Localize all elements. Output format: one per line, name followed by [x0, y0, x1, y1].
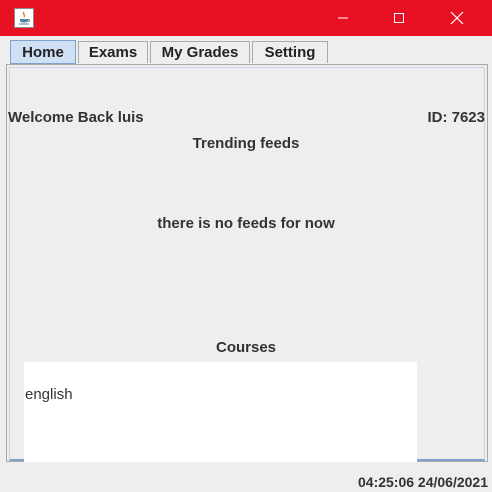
tab-strip: Home Exams My Grades Setting [0, 36, 492, 64]
clock-label: 04:25:06 24/06/2021 [358, 474, 488, 490]
minimize-icon [338, 17, 348, 19]
tab-setting[interactable]: Setting [252, 41, 328, 63]
courses-heading: Courses [215, 339, 277, 356]
no-feeds-message: there is no feeds for now [157, 215, 335, 232]
java-app-icon[interactable] [14, 8, 34, 28]
courses-list[interactable]: english [24, 362, 417, 462]
trending-feeds-heading: Trending feeds [192, 135, 300, 152]
close-button[interactable] [434, 0, 480, 36]
list-item[interactable]: english [25, 386, 73, 403]
welcome-label: Welcome Back luis [8, 109, 144, 126]
tab-exams[interactable]: Exams [78, 41, 148, 63]
user-id-label: ID: 7623 [427, 109, 485, 126]
tab-home[interactable]: Home [10, 40, 76, 64]
close-icon [450, 11, 464, 25]
title-bar[interactable] [0, 0, 492, 36]
status-bar: 04:25:06 24/06/2021 [0, 462, 492, 492]
app-window: Home Exams My Grades Setting Welcome Bac… [0, 0, 492, 492]
maximize-button[interactable] [376, 0, 422, 36]
tab-my-grades[interactable]: My Grades [150, 41, 250, 63]
minimize-button[interactable] [320, 0, 366, 36]
maximize-icon [394, 13, 404, 23]
